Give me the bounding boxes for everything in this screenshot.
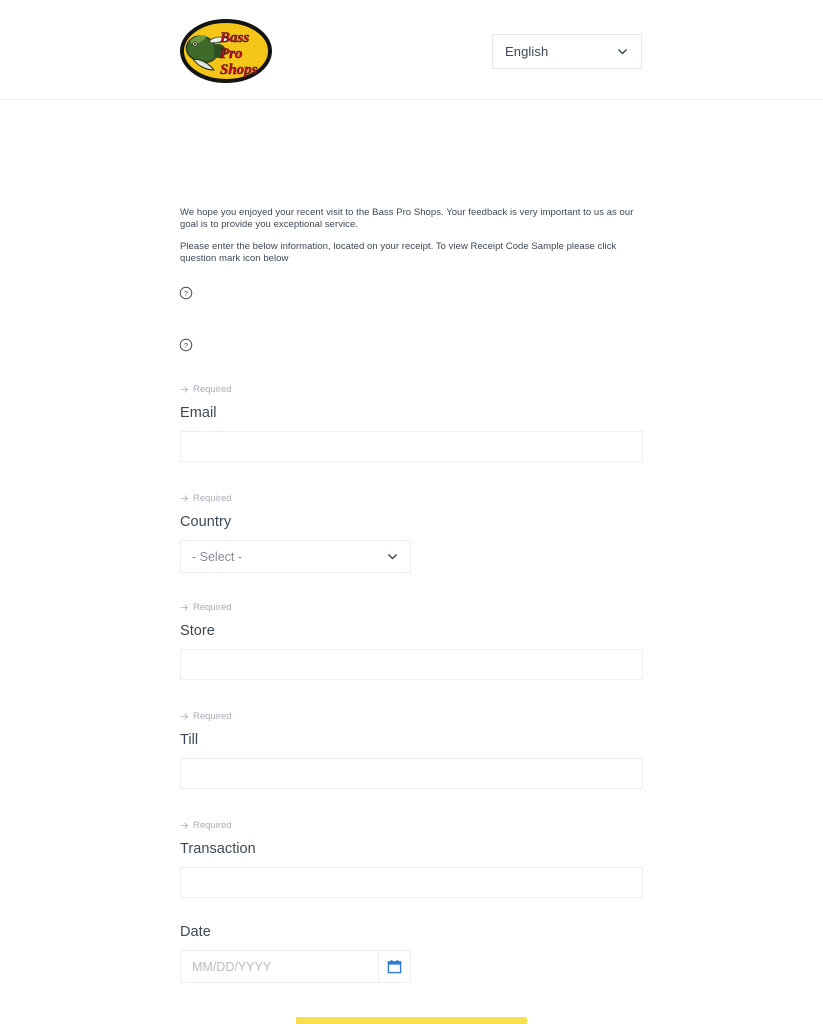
field-label-store: Store xyxy=(180,623,215,639)
logo-text-line1: Bass xyxy=(219,30,249,46)
next-button[interactable]: Next xyxy=(296,1017,527,1024)
language-select[interactable]: English xyxy=(492,34,642,69)
svg-text:?: ? xyxy=(184,343,188,350)
language-select-value: English xyxy=(505,44,549,59)
field-country: Required Country - Select - xyxy=(180,493,411,573)
page-header: Bass Pro Shops English xyxy=(0,0,823,100)
store-input[interactable] xyxy=(180,649,643,680)
required-label: Required xyxy=(193,820,232,831)
field-till: Required Till xyxy=(180,711,643,789)
required-label: Required xyxy=(193,711,232,722)
required-label: Required xyxy=(193,602,232,613)
field-email: Required Email xyxy=(180,384,643,462)
required-indicator-store: Required xyxy=(180,602,643,613)
transaction-input[interactable] xyxy=(180,867,643,898)
required-label: Required xyxy=(193,493,232,504)
question-circle-icon: ? xyxy=(179,286,193,300)
field-label-email: Email xyxy=(180,405,217,421)
required-indicator-email: Required xyxy=(180,384,643,395)
intro-text: We hope you enjoyed your recent visit to… xyxy=(180,207,644,265)
required-indicator-till: Required xyxy=(180,711,643,722)
arrow-right-icon xyxy=(180,386,188,393)
required-indicator-country: Required xyxy=(180,493,411,504)
intro-paragraph-2: Please enter the below information, loca… xyxy=(180,241,617,264)
field-label-date: Date xyxy=(180,924,211,940)
question-circle-icon: ? xyxy=(179,338,193,352)
arrow-right-icon xyxy=(180,713,188,720)
chevron-down-icon xyxy=(618,49,627,55)
calendar-icon xyxy=(387,959,402,974)
date-input-group xyxy=(180,950,411,983)
logo-text-line3: Shops xyxy=(220,62,258,78)
country-select[interactable]: - Select - xyxy=(180,540,411,573)
email-input[interactable] xyxy=(180,431,643,462)
bass-pro-shops-logo-icon: Bass Pro Shops xyxy=(180,19,272,83)
help-question-icon-2[interactable]: ? xyxy=(179,338,193,352)
date-input[interactable] xyxy=(180,950,378,983)
help-question-icon-1[interactable]: ? xyxy=(179,286,193,300)
date-picker-button[interactable] xyxy=(378,950,411,983)
required-indicator-transaction: Required xyxy=(180,820,643,831)
arrow-right-icon xyxy=(180,822,188,829)
chevron-down-icon xyxy=(388,554,397,560)
logo-text-line2: Pro xyxy=(220,46,243,62)
bass-pro-shops-logo: Bass Pro Shops xyxy=(180,18,272,84)
field-label-transaction: Transaction xyxy=(180,841,256,857)
country-select-value: - Select - xyxy=(192,549,243,564)
intro-paragraph-1: We hope you enjoyed your recent visit to… xyxy=(180,207,634,230)
till-input[interactable] xyxy=(180,758,643,789)
field-store: Required Store xyxy=(180,602,643,680)
svg-text:?: ? xyxy=(184,291,188,298)
arrow-right-icon xyxy=(180,495,188,502)
field-date: Date xyxy=(180,923,411,983)
required-label: Required xyxy=(193,384,232,395)
field-transaction: Required Transaction xyxy=(180,820,643,898)
field-label-country: Country xyxy=(180,514,232,530)
arrow-right-icon xyxy=(180,604,188,611)
field-label-till: Till xyxy=(180,732,199,748)
